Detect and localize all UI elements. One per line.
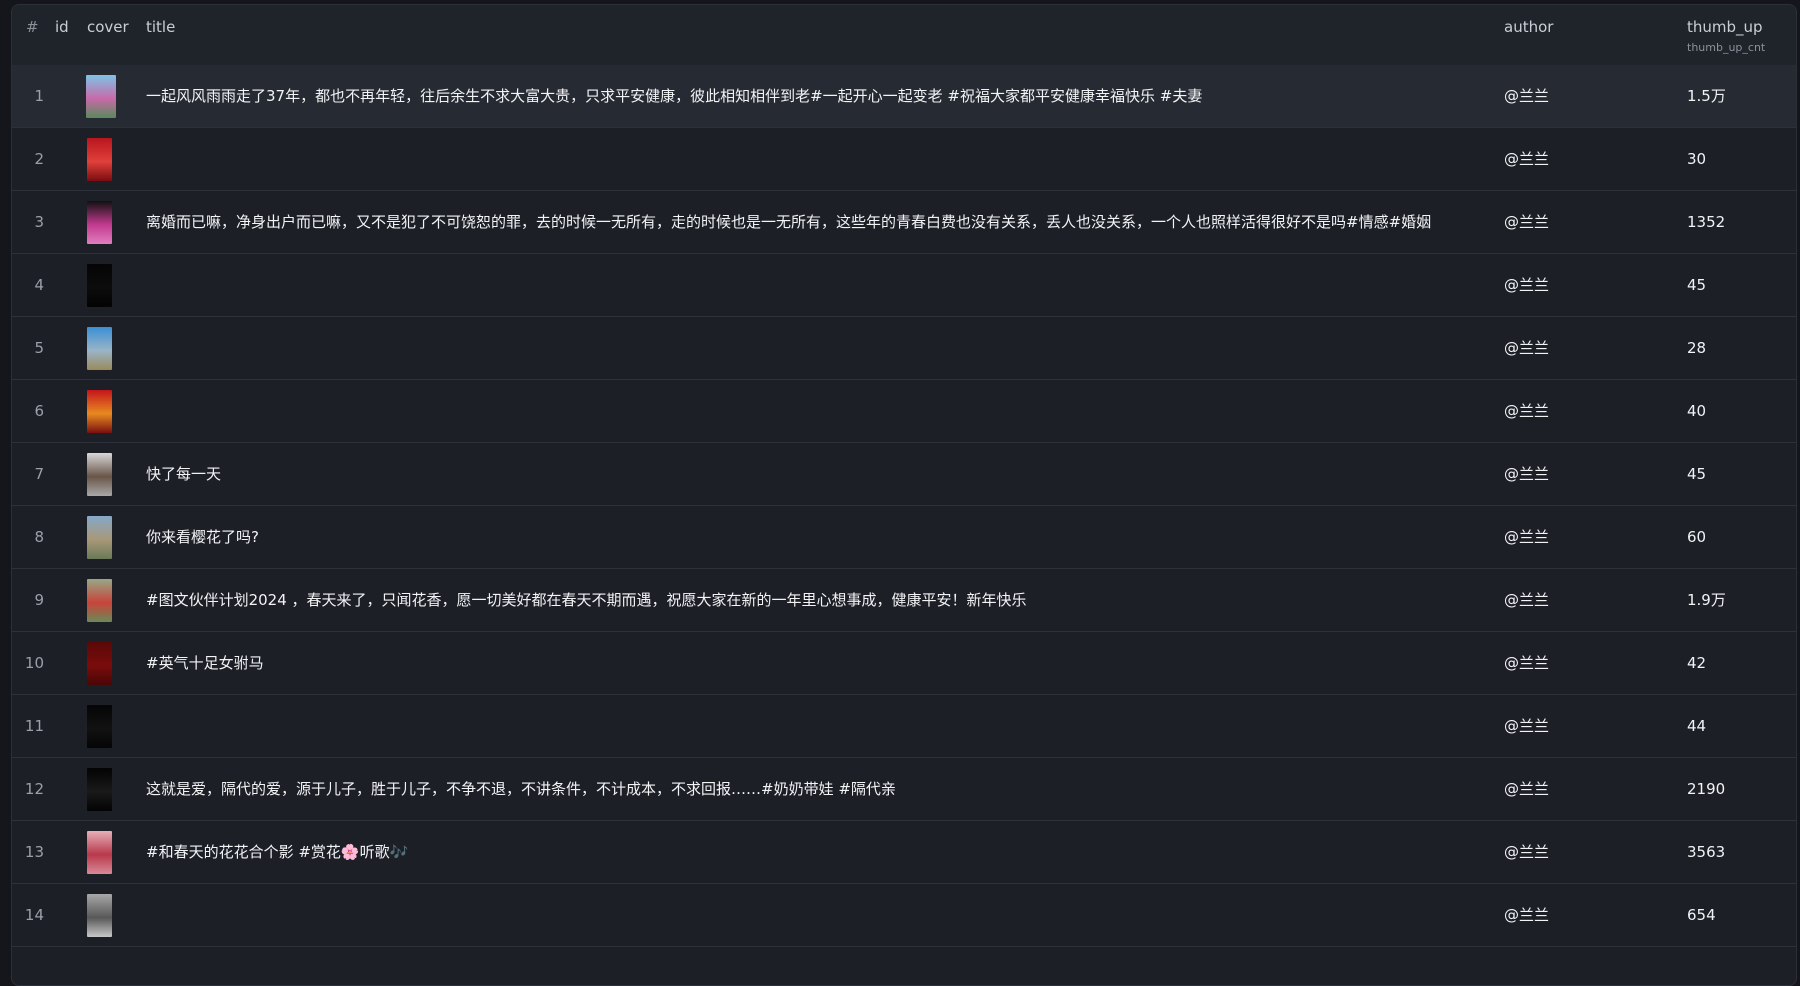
thumb-up-cell: 1.9万 xyxy=(1687,591,1726,609)
title-cell xyxy=(146,695,1476,757)
header-thumb-up-subtitle: thumb_up_cnt xyxy=(1687,41,1766,54)
header-thumb-up[interactable]: thumb_up xyxy=(1687,18,1763,36)
title-cell: #和春天的花花合个影 #赏花🌸听歌🎶 xyxy=(146,843,409,861)
title-cell: 你来看樱花了吗? xyxy=(146,528,259,546)
cover-thumbnail[interactable] xyxy=(87,831,112,874)
thumb-up-cell: 654 xyxy=(1687,906,1716,924)
row-number: 8 xyxy=(34,528,44,546)
author-cell: @兰兰 xyxy=(1504,843,1550,861)
data-table: # id cover title author thumb_up thumb_u… xyxy=(11,4,1797,986)
header-row-number[interactable]: # xyxy=(26,18,39,36)
author-cell: @兰兰 xyxy=(1504,276,1550,294)
cover-thumbnail[interactable] xyxy=(87,390,112,433)
author-cell: @兰兰 xyxy=(1504,654,1550,672)
thumb-up-cell: 44 xyxy=(1687,717,1707,735)
table-row[interactable]: 9 #图文伙伴计划2024 ，春天来了，只闻花香，愿一切美好都在春天不期而遇，祝愿… xyxy=(12,569,1796,632)
cover-thumbnail[interactable] xyxy=(87,642,112,685)
cover-thumbnail[interactable] xyxy=(87,264,112,307)
author-cell: @兰兰 xyxy=(1504,150,1550,168)
cover-thumbnail[interactable] xyxy=(87,453,112,496)
author-cell: @兰兰 xyxy=(1504,213,1550,231)
row-number: 2 xyxy=(34,150,44,168)
row-number: 9 xyxy=(34,591,44,609)
cover-thumbnail[interactable] xyxy=(87,201,112,244)
table-row[interactable]: 5 @兰兰 28 xyxy=(12,317,1796,380)
cover-thumbnail[interactable] xyxy=(87,327,112,370)
table-row[interactable]: 3 离婚而已嘛，净身出户而已嘛，又不是犯了不可饶恕的罪，去的时候一无所有，走的时候… xyxy=(12,191,1796,254)
author-cell: @兰兰 xyxy=(1504,339,1550,357)
table-header: # id cover title author thumb_up thumb_u… xyxy=(12,5,1796,66)
thumb-up-cell: 40 xyxy=(1687,402,1707,420)
cover-thumbnail[interactable] xyxy=(87,516,112,559)
cover-thumbnail[interactable] xyxy=(86,75,116,118)
row-number: 4 xyxy=(34,276,44,294)
title-cell xyxy=(146,884,1476,946)
table-row[interactable]: 11 @兰兰 44 xyxy=(12,695,1796,758)
cover-thumbnail[interactable] xyxy=(87,579,112,622)
table-row[interactable]: 6 @兰兰 40 xyxy=(12,380,1796,443)
table-row[interactable]: 8 你来看樱花了吗? @兰兰 60 xyxy=(12,506,1796,569)
thumb-up-cell: 45 xyxy=(1687,465,1707,483)
table-row[interactable]: 10 #英气十足女驸马 @兰兰 42 xyxy=(12,632,1796,695)
thumb-up-cell: 45 xyxy=(1687,276,1707,294)
title-cell xyxy=(146,380,1476,442)
author-cell: @兰兰 xyxy=(1504,717,1550,735)
row-number: 12 xyxy=(24,780,44,798)
row-number: 10 xyxy=(24,654,44,672)
thumb-up-cell: 60 xyxy=(1687,528,1707,546)
row-number: 14 xyxy=(24,906,44,924)
row-number: 7 xyxy=(34,465,44,483)
title-cell: 快了每一天 xyxy=(146,465,222,483)
header-cover[interactable]: cover xyxy=(87,18,129,36)
thumb-up-cell: 2190 xyxy=(1687,780,1726,798)
author-cell: @兰兰 xyxy=(1504,591,1550,609)
row-number: 11 xyxy=(24,717,44,735)
author-cell: @兰兰 xyxy=(1504,465,1550,483)
table-row[interactable]: 12 这就是爱，隔代的爱，源于儿子，胜于儿子，不争不退，不讲条件，不计成本，不求回… xyxy=(12,758,1796,821)
thumb-up-cell: 42 xyxy=(1687,654,1707,672)
row-number: 6 xyxy=(34,402,44,420)
cover-thumbnail[interactable] xyxy=(87,768,112,811)
title-cell: 一起风风雨雨走了37年，都也不再年轻，往后余生不求大富大贵，只求平安健康，彼此相… xyxy=(146,87,1203,105)
title-cell: 离婚而已嘛，净身出户而已嘛，又不是犯了不可饶恕的罪，去的时候一无所有，走的时候也… xyxy=(146,213,1432,231)
table-row[interactable]: 13 #和春天的花花合个影 #赏花🌸听歌🎶 @兰兰 3563 xyxy=(12,821,1796,884)
table-row[interactable]: 1 一起风风雨雨走了37年，都也不再年轻，往后余生不求大富大贵，只求平安健康，彼此… xyxy=(12,65,1796,128)
author-cell: @兰兰 xyxy=(1504,402,1550,420)
title-cell xyxy=(146,317,1476,379)
author-cell: @兰兰 xyxy=(1504,780,1550,798)
thumb-up-cell: 3563 xyxy=(1687,843,1726,861)
row-number: 3 xyxy=(34,213,44,231)
title-cell xyxy=(146,128,1476,190)
author-cell: @兰兰 xyxy=(1504,528,1550,546)
thumb-up-cell: 1.5万 xyxy=(1687,87,1726,105)
header-title[interactable]: title xyxy=(146,18,175,36)
title-cell: #英气十足女驸马 xyxy=(146,654,264,672)
author-cell: @兰兰 xyxy=(1504,906,1550,924)
row-number: 5 xyxy=(34,339,44,357)
thumb-up-cell: 30 xyxy=(1687,150,1707,168)
cover-thumbnail[interactable] xyxy=(87,138,112,181)
title-cell xyxy=(146,254,1476,316)
table-row[interactable]: 4 @兰兰 45 xyxy=(12,254,1796,317)
thumb-up-cell: 1352 xyxy=(1687,213,1726,231)
thumb-up-cell: 28 xyxy=(1687,339,1707,357)
header-author[interactable]: author xyxy=(1504,18,1553,36)
author-cell: @兰兰 xyxy=(1504,87,1550,105)
row-number: 1 xyxy=(34,87,44,105)
cover-thumbnail[interactable] xyxy=(87,894,112,937)
table-row[interactable]: 7 快了每一天 @兰兰 45 xyxy=(12,443,1796,506)
cover-thumbnail[interactable] xyxy=(87,705,112,748)
table-row[interactable]: 2 @兰兰 30 xyxy=(12,128,1796,191)
row-number: 13 xyxy=(24,843,44,861)
header-id[interactable]: id xyxy=(55,18,69,36)
title-cell: #图文伙伴计划2024 ，春天来了，只闻花香，愿一切美好都在春天不期而遇，祝愿大… xyxy=(146,591,1027,609)
table-row[interactable]: 14 @兰兰 654 xyxy=(12,884,1796,947)
title-cell: 这就是爱，隔代的爱，源于儿子，胜于儿子，不争不退，不讲条件，不计成本，不求回报…… xyxy=(146,780,896,798)
